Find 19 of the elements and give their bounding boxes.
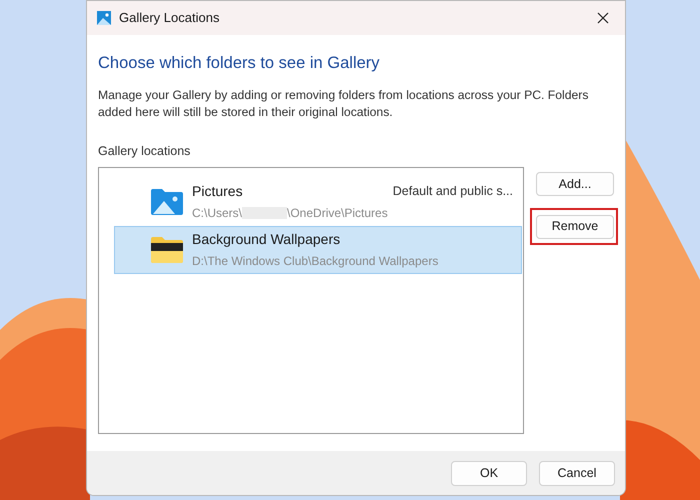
side-button[interactable]: Remove — [536, 214, 614, 238]
folder-path: D:\The Windows Club\Background Wallpapers — [192, 253, 438, 270]
folder-name: Background Wallpapers — [192, 230, 340, 250]
side-button[interactable]: Add... — [536, 172, 614, 196]
folder-path: \OneDrive\Pictures — [287, 205, 388, 222]
folder-path: C:\Users\ — [192, 205, 242, 222]
dialog-button[interactable]: Cancel — [539, 460, 615, 486]
window-title: Gallery Locations — [119, 9, 220, 28]
location-note: Default and public s... — [392, 183, 513, 200]
folder-icon — [151, 236, 183, 263]
dialog-button[interactable]: OK — [451, 460, 527, 486]
close-icon — [597, 12, 609, 24]
description-text: Manage your Gallery by adding or removing folders from locations across your PC. Folders added here will still be stored in their original locations. — [98, 87, 590, 121]
pictures-folder-icon — [151, 188, 183, 215]
dialog-heading: Choose which folders to see in Gallery — [98, 53, 381, 74]
folder-name: Pictures — [192, 182, 243, 202]
gallery-icon — [97, 11, 111, 25]
list-label: Gallery locations — [98, 143, 192, 160]
list-item[interactable]: Background Wallpapers D:\The Windows Club\Background Wallpapers — [114, 226, 522, 274]
